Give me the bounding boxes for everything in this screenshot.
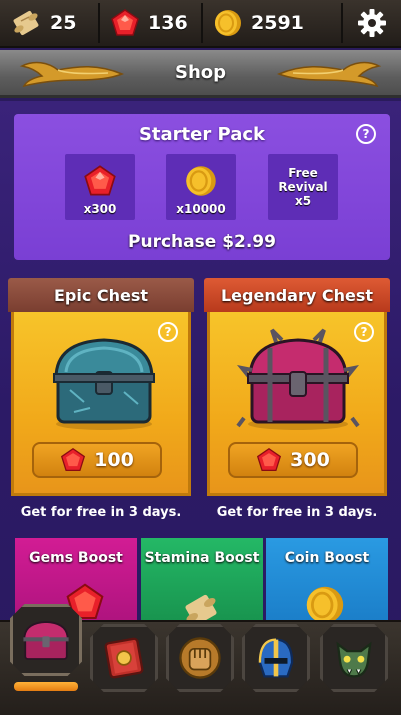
- chest-icon: [23, 621, 69, 660]
- settings-button[interactable]: [343, 3, 401, 43]
- nav-helmet-button[interactable]: [242, 624, 310, 692]
- starter-pack-item-gems: x300: [65, 154, 135, 220]
- gem-counter: 136: [100, 3, 203, 43]
- helmet-icon: [258, 638, 294, 678]
- epic-chest-free-text: Get for free in 3 days.: [20, 505, 182, 520]
- legendary-chest-card[interactable]: Legendary Chest ? 300: [204, 278, 390, 498]
- coin-icon: [215, 10, 241, 36]
- starter-pack-title: Starter Pack: [138, 124, 266, 145]
- gem-icon: [84, 165, 116, 196]
- gear-icon: [358, 9, 386, 37]
- starter-pack-card[interactable]: Starter Pack ? x300 x10000 Free Revival …: [14, 114, 390, 260]
- scroll-icon: [13, 10, 39, 36]
- epic-chest-title: Epic Chest: [8, 278, 194, 312]
- epic-chest-price: 100: [94, 449, 134, 471]
- legendary-chest-free-text: Get for free in 3 days.: [216, 505, 378, 520]
- nav-monster-button[interactable]: [320, 624, 388, 692]
- monster-icon: [336, 641, 372, 678]
- gem-icon: [111, 9, 139, 36]
- starter-pack-item-coins: x10000: [166, 154, 236, 220]
- resource-bar: 25 136 2591: [0, 0, 401, 48]
- starter-pack-item-label-line: Revival: [278, 180, 328, 194]
- book-icon: [104, 637, 144, 679]
- epic-chest-price-button[interactable]: 100: [32, 442, 162, 478]
- nav-fist-button[interactable]: [166, 624, 234, 692]
- coin-icon: [186, 166, 216, 196]
- fist-icon: [179, 637, 221, 679]
- nav-active-indicator: [14, 682, 78, 691]
- starter-pack-item-label: x300: [83, 202, 117, 216]
- legendary-chest-price: 300: [290, 449, 330, 471]
- gem-count: 136: [148, 12, 188, 34]
- legendary-chest-price-button[interactable]: 300: [228, 442, 358, 478]
- shop-header: Shop: [0, 50, 401, 98]
- starter-pack-item-label-line: Free: [288, 166, 318, 180]
- starter-pack-info-icon[interactable]: ?: [356, 124, 376, 144]
- epic-chest-card[interactable]: Epic Chest ? 100: [8, 278, 194, 498]
- starter-pack-item-label-line: x5: [294, 194, 312, 208]
- epic-chest-body: ? 100: [11, 312, 191, 496]
- epic-chest-icon: [53, 338, 155, 430]
- page-title: Shop: [174, 62, 227, 83]
- gem-icon: [61, 447, 86, 472]
- nav-book-button[interactable]: [90, 624, 158, 692]
- scroll-count: 25: [50, 12, 77, 34]
- legendary-chest-body: ? 300: [207, 312, 387, 496]
- nav-chest-button[interactable]: [10, 604, 82, 676]
- starter-pack-item-label: x10000: [176, 202, 226, 216]
- dragon-ornament-left-icon: [19, 61, 124, 88]
- dragon-ornament-right-icon: [277, 61, 382, 88]
- legendary-chest-icon: [236, 328, 360, 430]
- legendary-chest-title: Legendary Chest: [204, 278, 390, 312]
- coin-count: 2591: [251, 12, 304, 34]
- gem-icon: [257, 447, 282, 472]
- starter-pack-purchase-button[interactable]: Purchase $2.99: [14, 232, 390, 252]
- coin-counter: 2591: [203, 3, 343, 43]
- starter-pack-item-revival: Free Revival x5: [268, 154, 338, 220]
- scroll-counter: 25: [0, 3, 100, 43]
